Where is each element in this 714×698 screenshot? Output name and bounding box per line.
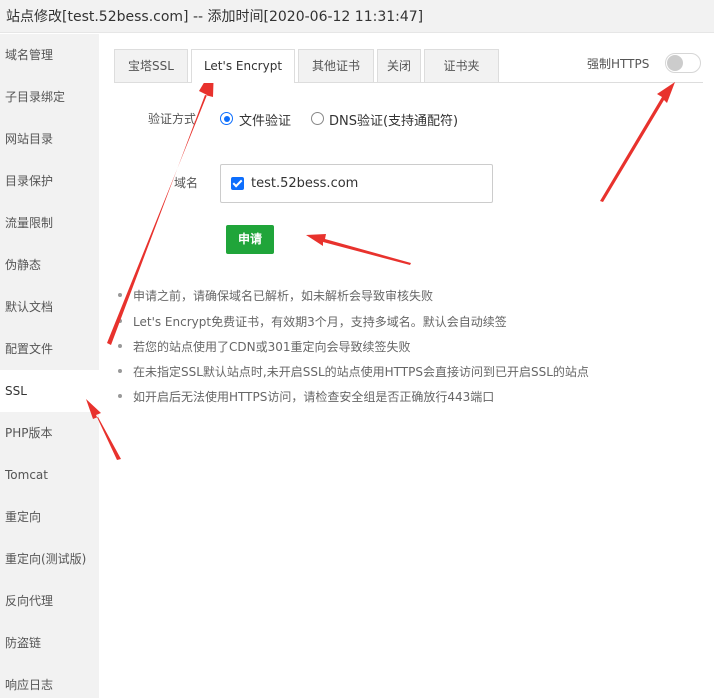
tab-baota-ssl[interactable]: 宝塔SSL	[114, 49, 188, 82]
note-text: 在未指定SSL默认站点时,未开启SSL的站点使用HTTPS会直接访问到已开启SS…	[133, 365, 589, 379]
note-text: 如开启后无法使用HTTPS访问，请检查安全组是否正确放行443端口	[133, 390, 495, 404]
domain-name[interactable]: test.52bess.com	[251, 176, 358, 191]
sidebar-item-site-directory[interactable]: 网站目录	[0, 118, 99, 160]
bullet-dot	[118, 394, 122, 398]
sidebar-item-php-version[interactable]: PHP版本	[0, 412, 99, 454]
dns-verify-label[interactable]: DNS验证(支持通配符)	[329, 110, 458, 129]
dns-verify-radio[interactable]	[311, 112, 324, 125]
window-title: 站点修改[test.52bess.com] -- 添加时间[2020-06-12…	[6, 9, 424, 25]
tab-other-certificate[interactable]: 其他证书	[298, 49, 374, 82]
bullet-dot	[118, 293, 122, 297]
sidebar-item-tomcat[interactable]: Tomcat	[0, 454, 99, 496]
note-text: Let's Encrypt免费证书，有效期3个月，支持多域名。默认会自动续签	[133, 315, 507, 329]
sidebar-item-config-file[interactable]: 配置文件	[0, 328, 99, 370]
bullet-dot	[118, 369, 122, 373]
sidebar-item-subdirectory-binding[interactable]: 子目录绑定	[0, 76, 99, 118]
sidebar-item-rewrite[interactable]: 伪静态	[0, 244, 99, 286]
bullet-dot	[118, 319, 122, 323]
tab-close[interactable]: 关闭	[377, 49, 421, 82]
toggle-knob	[667, 55, 683, 71]
verify-method-label: 验证方式	[148, 112, 197, 126]
sidebar-item-reverse-proxy[interactable]: 反向代理	[0, 580, 99, 622]
window-titlebar: 站点修改[test.52bess.com] -- 添加时间[2020-06-12…	[0, 0, 714, 33]
domain-checkbox[interactable]	[231, 177, 244, 190]
arrow-to-apply-button	[306, 234, 411, 265]
sidebar: 域名管理 子目录绑定 网站目录 目录保护 流量限制 伪静态 默认文档 配置文件 …	[0, 34, 99, 698]
note-text: 若您的站点使用了CDN或301重定向会导致续签失败	[133, 340, 411, 354]
domain-label: 域名	[174, 176, 199, 190]
note-text: 申请之前，请确保域名已解析，如未解析会导致审核失败	[133, 289, 434, 303]
force-https-toggle[interactable]	[665, 53, 701, 73]
tab-certificate-folder[interactable]: 证书夹	[424, 49, 499, 82]
sidebar-item-directory-protection[interactable]: 目录保护	[0, 160, 99, 202]
tab-lets-encrypt[interactable]: Let's Encrypt	[191, 49, 295, 83]
arrow-to-force-https-toggle	[600, 82, 675, 202]
bullet-dot	[118, 344, 122, 348]
sidebar-item-response-log[interactable]: 响应日志	[0, 664, 99, 698]
sidebar-item-default-document[interactable]: 默认文档	[0, 286, 99, 328]
file-verify-label[interactable]: 文件验证	[239, 110, 291, 129]
sidebar-item-ssl[interactable]: SSL	[0, 370, 99, 412]
sidebar-item-traffic-limit[interactable]: 流量限制	[0, 202, 99, 244]
sidebar-item-redirect[interactable]: 重定向	[0, 496, 99, 538]
file-verify-radio[interactable]	[220, 112, 233, 125]
sidebar-item-redirect-beta[interactable]: 重定向(测试版)	[0, 538, 99, 580]
force-https-label: 强制HTTPS	[587, 57, 650, 71]
sidebar-item-domain-management[interactable]: 域名管理	[0, 34, 99, 76]
sidebar-item-hotlink-protection[interactable]: 防盗链	[0, 622, 99, 664]
apply-button[interactable]: 申请	[226, 225, 274, 254]
